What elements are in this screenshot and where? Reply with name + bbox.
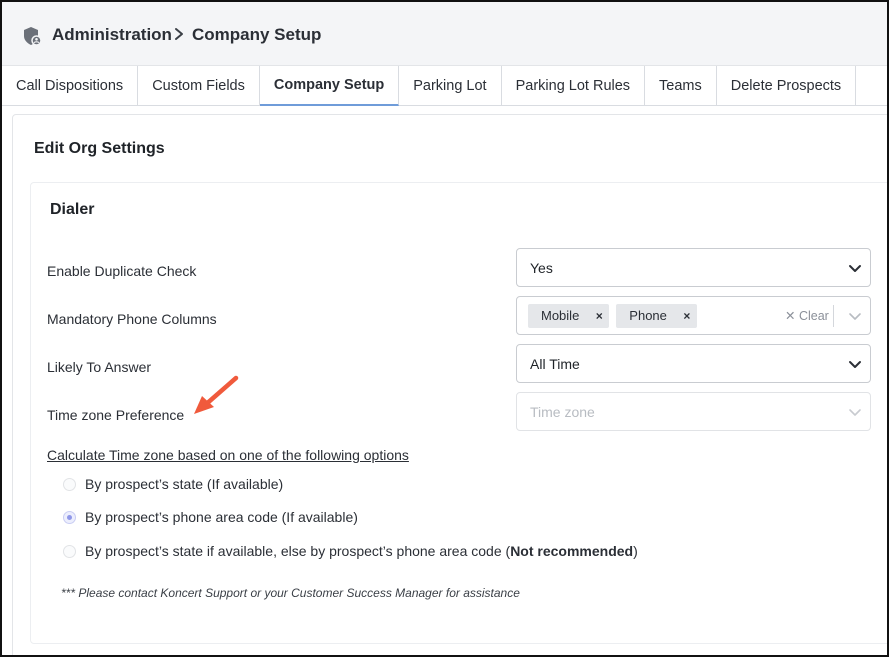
- likely-to-answer-select[interactable]: All Time: [516, 344, 871, 383]
- page-title: Edit Org Settings: [34, 140, 165, 157]
- option-label: By prospect’s phone area code (If availa…: [85, 509, 358, 525]
- likely-to-answer-label: Likely To Answer: [47, 359, 152, 375]
- chevron-down-icon[interactable]: [848, 309, 862, 323]
- option-label-warning: Not recommended: [510, 543, 634, 559]
- option-state[interactable]: By prospect’s state (If available): [63, 476, 283, 492]
- remove-tag-icon[interactable]: ×: [589, 309, 609, 323]
- tab-call-dispositions[interactable]: Call Dispositions: [2, 66, 139, 106]
- remove-tag-icon[interactable]: ×: [677, 309, 697, 323]
- tag-phone: Phone ×: [616, 303, 697, 328]
- radio-button[interactable]: [63, 477, 76, 491]
- arrow-icon: [194, 375, 239, 414]
- option-state-else-area-code[interactable]: By prospect’s state if available, else b…: [63, 543, 638, 559]
- support-note: *** Please contact Koncert Support or yo…: [61, 586, 520, 600]
- shield-icon: [24, 27, 42, 46]
- option-label: By prospect’s state if available, else b…: [85, 543, 638, 559]
- radio-button[interactable]: [63, 544, 76, 558]
- timezone-select: Time zone: [516, 392, 871, 431]
- phone-columns-label: Mandatory Phone Columns: [47, 311, 217, 327]
- tab-bar: Call Dispositions Custom Fields Company …: [2, 66, 887, 106]
- tab-parking-lot[interactable]: Parking Lot: [399, 66, 502, 106]
- breadcrumb-root[interactable]: Administration: [52, 25, 172, 45]
- timezone-calc-heading: Calculate Time zone based on one of the …: [47, 447, 409, 463]
- likely-to-answer-value: All Time: [530, 355, 580, 372]
- app-window: Administration Company Setup Call Dispos…: [0, 0, 889, 657]
- breadcrumb-current: Company Setup: [192, 25, 322, 44]
- duplicate-check-select[interactable]: Yes: [516, 248, 871, 287]
- chevron-down-icon: [849, 265, 861, 272]
- radio-button-selected[interactable]: [63, 510, 76, 524]
- tab-custom-fields[interactable]: Custom Fields: [138, 66, 260, 106]
- divider: [833, 305, 834, 327]
- chevron-down-icon: [849, 361, 861, 368]
- duplicate-check-label: Enable Duplicate Check: [47, 263, 197, 279]
- option-label-suffix: ): [633, 543, 638, 559]
- tab-delete-prospects[interactable]: Delete Prospects: [717, 66, 857, 106]
- chevron-right-icon: [175, 28, 183, 40]
- tab-company-setup[interactable]: Company Setup: [259, 66, 400, 106]
- section-title: Dialer: [50, 201, 95, 218]
- option-label: By prospect’s state (If available): [85, 476, 284, 492]
- tab-teams[interactable]: Teams: [645, 66, 717, 106]
- timezone-placeholder: Time zone: [530, 403, 595, 420]
- option-label-prefix: By prospect’s state if available, else b…: [85, 543, 511, 559]
- option-area-code[interactable]: By prospect’s phone area code (If availa…: [63, 509, 358, 525]
- page-header: Administration Company Setup: [2, 2, 887, 66]
- phone-columns-multiselect[interactable]: Mobile × Phone × ✕ Clear: [516, 296, 871, 335]
- tab-parking-lot-rules[interactable]: Parking Lot Rules: [502, 66, 646, 106]
- chevron-down-icon: [849, 409, 861, 416]
- tag-mobile: Mobile ×: [528, 303, 610, 328]
- clear-button[interactable]: ✕ Clear: [785, 308, 829, 323]
- tag-label: Phone: [629, 308, 667, 323]
- timezone-label: Time zone Preference: [47, 407, 185, 423]
- duplicate-check-value: Yes: [530, 259, 553, 276]
- tag-label: Mobile: [541, 308, 580, 323]
